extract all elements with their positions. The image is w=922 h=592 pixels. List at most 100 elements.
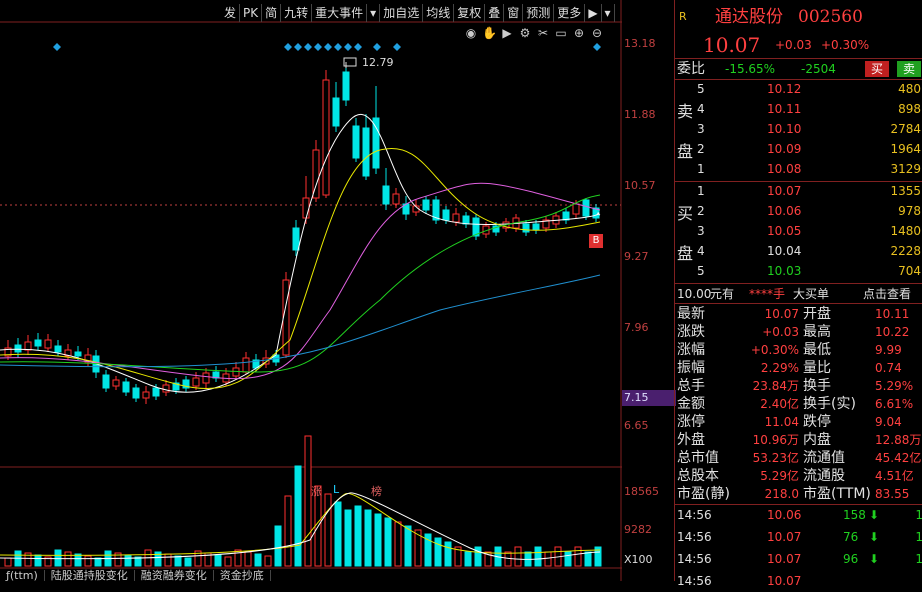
stat-label: 换手(实) [803, 396, 856, 412]
stat-value: 0.74 [875, 361, 902, 375]
toolbar-item[interactable]: ▾ [602, 4, 615, 22]
stat-label: 开盘 [803, 306, 831, 322]
big-order-row[interactable]: 10.00 元有 ****手 大买单 点击查看 [675, 285, 922, 303]
zlb-mark-bang[interactable]: 榜 [371, 483, 382, 499]
tick-volume: 96 [843, 552, 859, 566]
play-icon[interactable]: ▶ [500, 26, 514, 40]
candle-body [322, 79, 330, 196]
toolbar-item[interactable]: 九转 [281, 4, 313, 22]
tick-extra: 1 [915, 508, 922, 522]
stat-label: 涨幅 [677, 342, 705, 358]
buy-signal-badge[interactable]: B [589, 234, 603, 248]
toolbar-item[interactable]: ▶ [585, 4, 602, 22]
candle-body [142, 391, 150, 399]
tick-time: 14:56 [677, 530, 712, 544]
price-axis-tick: 7.96 [624, 321, 649, 334]
event-diamond-icon [284, 43, 292, 51]
down-arrow-icon: ⬇ [869, 552, 880, 566]
volume-unit: X100 [624, 553, 653, 566]
bid-level-row[interactable]: 2 10.06 978 [675, 202, 922, 220]
stats-row: 总市值 53.23亿 流通值 45.42亿 [675, 449, 922, 467]
stat-value: 11.04 [764, 415, 799, 429]
bid-level-row[interactable]: 5 10.03 704 [675, 262, 922, 280]
price-change: +0.03 [775, 38, 812, 52]
price-row: 10.07 +0.03 +0.30% [675, 33, 922, 57]
zoom-in-icon[interactable]: ⊕ [572, 26, 586, 40]
current-price-tag: 7.15 [622, 390, 676, 406]
event-diamond-icon [294, 43, 302, 51]
price-axis-tick: 11.88 [624, 108, 656, 121]
weibi-label: 委比 [677, 61, 705, 77]
settings-icon[interactable]: ⚙ [518, 26, 532, 40]
stat-label: 最低 [803, 342, 831, 358]
bid-level-row[interactable]: 4 10.04 2228 [675, 242, 922, 260]
scissors-icon[interactable]: ✂ [536, 26, 550, 40]
candle-body [442, 209, 450, 221]
toolbar-item[interactable]: PK [240, 4, 263, 22]
stat-label: 涨停 [677, 414, 705, 430]
divider [675, 58, 922, 59]
level-number: 3 [697, 224, 705, 238]
bid-level-row[interactable]: 1 10.07 1355 [675, 182, 922, 200]
eye-icon[interactable]: ◉ [464, 26, 478, 40]
toolbar-item[interactable]: 均线 [423, 4, 455, 22]
toolbar-item[interactable]: 叠 [485, 4, 505, 22]
hand-icon[interactable]: ✋ [482, 26, 497, 40]
zoom-out-icon[interactable]: ⊖ [590, 26, 604, 40]
window-icon[interactable]: ▭ [554, 26, 568, 40]
tab-hsgt-holding[interactable]: 陆股通持股变化 [45, 570, 135, 581]
buy-button[interactable]: 买 [865, 61, 889, 77]
ask-level-row[interactable]: 1 10.08 3129 [675, 160, 922, 178]
stat-value: +0.30% [750, 343, 799, 357]
toolbar-item[interactable]: ▾ [367, 4, 381, 22]
stat-label: 总市值 [677, 450, 719, 466]
bid-level-row[interactable]: 3 10.05 1480 [675, 222, 922, 240]
event-diamond-icon [593, 43, 601, 51]
volume-bar [184, 557, 192, 567]
toolbar-item[interactable]: 复权 [454, 4, 486, 22]
level-number: 1 [697, 184, 705, 198]
stat-value: 53.23亿 [752, 451, 799, 465]
stat-value: +0.03 [762, 325, 799, 339]
big-order-link[interactable]: 点击查看 [863, 285, 911, 303]
tab-ttm[interactable]: ƒ(ttm) [0, 570, 45, 581]
sell-button[interactable]: 卖 [897, 61, 921, 77]
zlb-mark-l[interactable]: L [333, 483, 339, 496]
tab-capital[interactable]: 资金抄底 [214, 570, 271, 581]
ma10-line [0, 148, 601, 390]
stock-code: 002560 [798, 7, 863, 27]
stats-row: 涨跌 +0.03 最高 10.22 [675, 323, 922, 341]
ask-level-row[interactable]: 4 10.11 898 [675, 100, 922, 118]
ask-level-row[interactable]: 5 10.12 480 [675, 80, 922, 98]
toolbar-item[interactable]: 预测 [523, 4, 555, 22]
candle-body [452, 213, 460, 223]
zlb-mark-zhang[interactable]: 涨 [311, 483, 322, 499]
stat-value: 4.51亿 [875, 469, 914, 483]
toolbar-item[interactable]: 重大事件 [312, 4, 368, 22]
ask-level-row[interactable]: 3 10.10 2784 [675, 120, 922, 138]
candle-body [382, 185, 390, 205]
toolbar-item[interactable]: 简 [262, 4, 282, 22]
stat-label: 内盘 [803, 432, 831, 448]
ask-level-row[interactable]: 2 10.09 1964 [675, 140, 922, 158]
stat-label: 最高 [803, 324, 831, 340]
stat-value: 5.29% [875, 379, 914, 393]
toolbar-item[interactable]: 更多 [554, 4, 586, 22]
kline-chart-area[interactable]: 发 PK 简九转 重大事件 ▾ 加自选 均线 复权叠窗预测 更多 ▶ ▾ ◉ ✋ ▶ ⚙ ✂ ▭ ⊕… [0, 0, 676, 581]
toolbar-item[interactable]: 发 [221, 4, 241, 22]
candle-body [54, 345, 62, 353]
candle-body [362, 127, 370, 177]
tab-margin[interactable]: 融资融券变化 [135, 570, 214, 581]
toolbar-item[interactable]: 窗 [504, 4, 524, 22]
level-volume: 1355 [890, 184, 921, 198]
event-diamond-icon [324, 43, 332, 51]
big-order-price: 10.00 [677, 287, 712, 301]
stat-value: 9.99 [875, 343, 902, 357]
stock-name: 通达股份 [715, 7, 783, 27]
toolbar-item[interactable]: 加自选 [380, 4, 424, 22]
volume-bar [354, 505, 362, 567]
price-change-pct: +0.30% [821, 38, 870, 52]
candle-body [232, 367, 240, 377]
stats-row: 外盘 10.96万 内盘 12.88万 [675, 431, 922, 449]
volume-bar [214, 554, 222, 567]
